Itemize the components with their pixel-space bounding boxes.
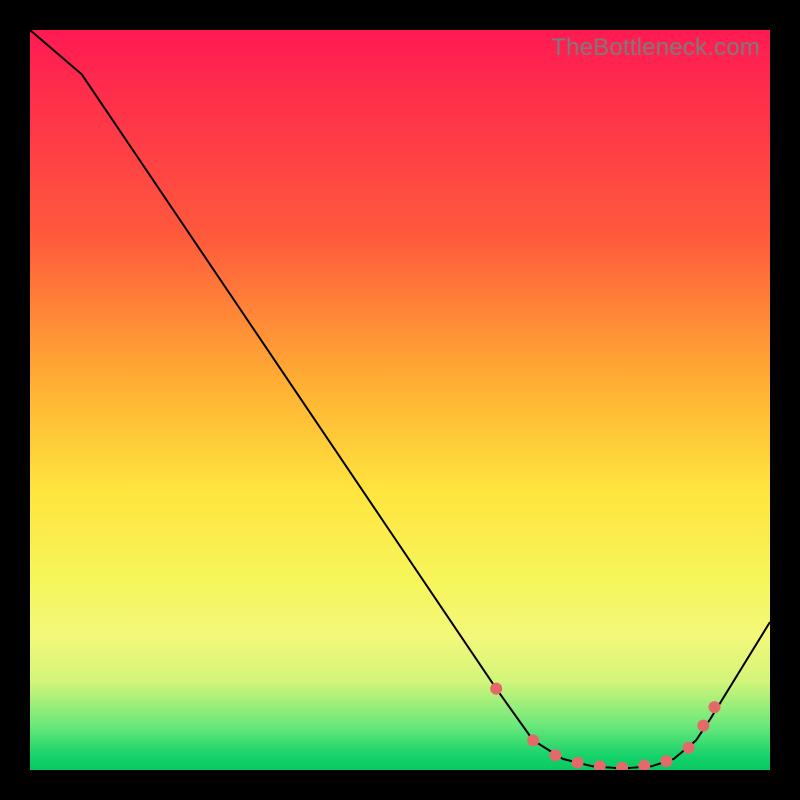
marker-dot <box>638 760 650 770</box>
plot-area: TheBottleneck.com <box>30 30 770 770</box>
marker-dot <box>594 760 606 770</box>
curve-markers <box>490 683 720 770</box>
chart-frame: TheBottleneck.com <box>0 0 800 800</box>
marker-dot <box>616 762 628 770</box>
marker-dot <box>490 683 502 695</box>
marker-dot <box>709 701 721 713</box>
marker-dot <box>572 757 584 769</box>
watermark-text: TheBottleneck.com <box>551 34 760 62</box>
bottleneck-curve <box>30 30 770 769</box>
marker-dot <box>660 755 672 767</box>
marker-dot <box>683 742 695 754</box>
marker-dot <box>697 720 709 732</box>
curve-svg <box>30 30 770 770</box>
marker-dot <box>549 749 561 761</box>
marker-dot <box>527 734 539 746</box>
